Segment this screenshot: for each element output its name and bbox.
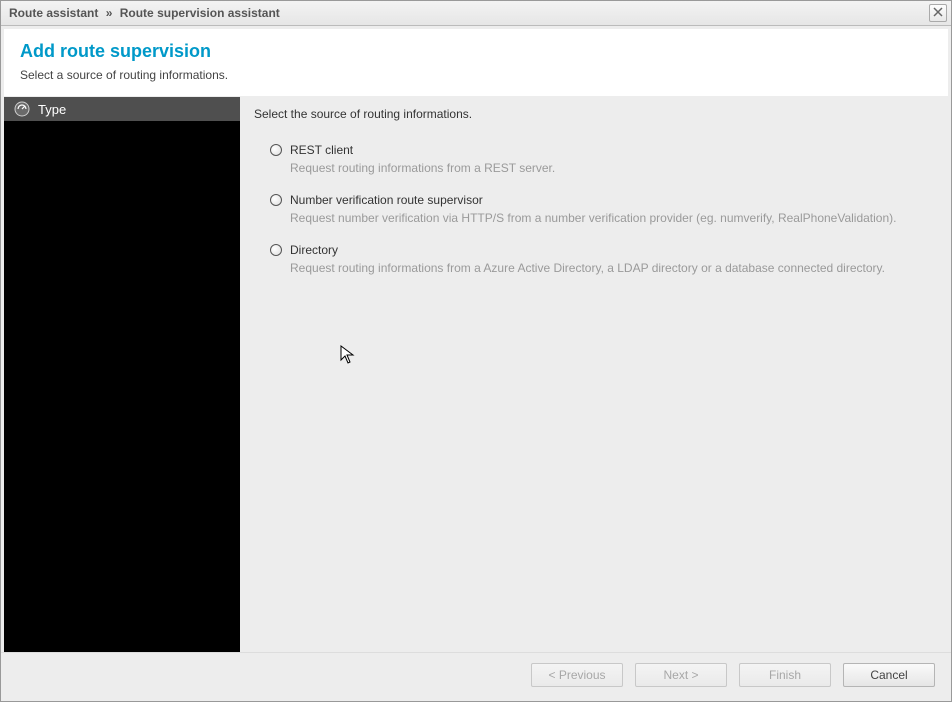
step-icon bbox=[14, 101, 30, 117]
option-directory[interactable]: Directory Request routing informations f… bbox=[254, 237, 934, 283]
body: Type Select the source of routing inform… bbox=[1, 97, 951, 652]
option-number-verification[interactable]: Number verification route supervisor Req… bbox=[254, 187, 934, 233]
page-subtitle: Select a source of routing informations. bbox=[20, 68, 932, 82]
page-title: Add route supervision bbox=[20, 41, 932, 62]
close-icon bbox=[933, 6, 943, 20]
prompt-text: Select the source of routing information… bbox=[254, 107, 934, 121]
breadcrumb: Route assistant » Route supervision assi… bbox=[9, 6, 280, 20]
option-label: Directory bbox=[290, 243, 338, 257]
option-description: Request routing informations from a Azur… bbox=[290, 261, 934, 275]
cancel-button[interactable]: Cancel bbox=[843, 663, 935, 687]
wizard-steps-sidebar: Type bbox=[4, 97, 240, 652]
previous-button[interactable]: < Previous bbox=[531, 663, 623, 687]
wizard-dialog: Route assistant » Route supervision assi… bbox=[0, 0, 952, 702]
option-description: Request routing informations from a REST… bbox=[290, 161, 934, 175]
radio-icon[interactable] bbox=[270, 194, 282, 206]
next-button[interactable]: Next > bbox=[635, 663, 727, 687]
content-area: Select the source of routing information… bbox=[240, 97, 948, 652]
header-panel: Add route supervision Select a source of… bbox=[1, 26, 951, 97]
close-button[interactable] bbox=[929, 4, 947, 22]
breadcrumb-item-1: Route assistant bbox=[9, 6, 98, 20]
footer-buttons: < Previous Next > Finish Cancel bbox=[1, 652, 951, 701]
breadcrumb-separator: » bbox=[106, 6, 113, 20]
wizard-step-type[interactable]: Type bbox=[4, 97, 240, 121]
option-rest-client[interactable]: REST client Request routing informations… bbox=[254, 137, 934, 183]
option-description: Request number verification via HTTP/S f… bbox=[290, 211, 934, 225]
wizard-step-label: Type bbox=[38, 102, 66, 117]
finish-button[interactable]: Finish bbox=[739, 663, 831, 687]
radio-icon[interactable] bbox=[270, 244, 282, 256]
titlebar: Route assistant » Route supervision assi… bbox=[1, 1, 951, 26]
breadcrumb-item-2: Route supervision assistant bbox=[120, 6, 280, 20]
option-label: Number verification route supervisor bbox=[290, 193, 483, 207]
radio-icon[interactable] bbox=[270, 144, 282, 156]
option-label: REST client bbox=[290, 143, 353, 157]
